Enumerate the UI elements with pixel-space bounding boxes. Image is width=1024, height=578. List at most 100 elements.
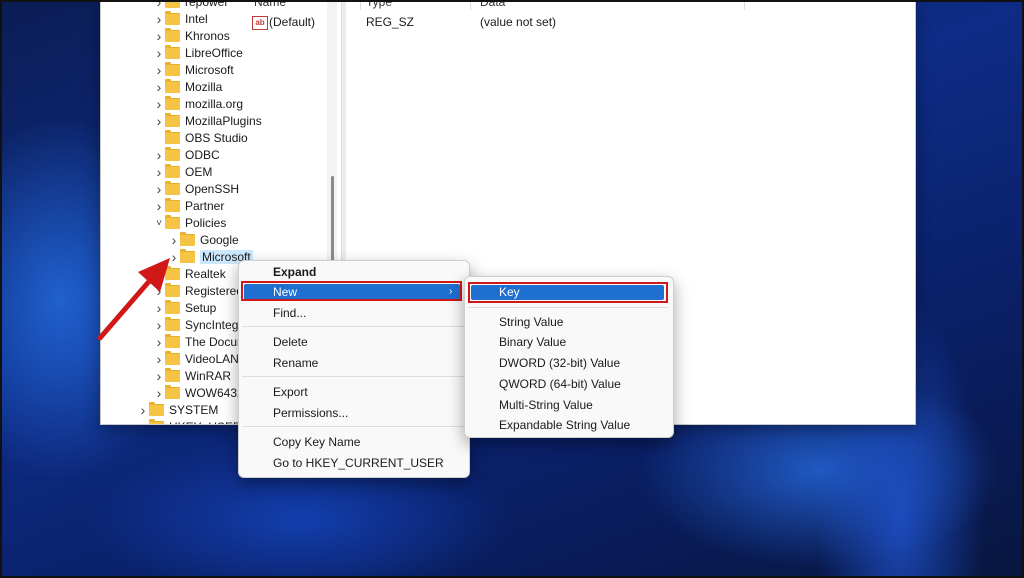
- tree-item-label: Setup: [185, 301, 217, 315]
- tree-item-label: OBS Studio: [185, 131, 248, 145]
- chevron-right-icon[interactable]: ›: [153, 96, 165, 112]
- value-type: REG_SZ: [366, 15, 415, 29]
- tree-item[interactable]: › Partner: [153, 198, 224, 214]
- chevron-right-icon[interactable]: ›: [153, 113, 165, 129]
- folder-icon: [165, 368, 180, 382]
- tree-item-label: mozilla.org: [185, 97, 244, 111]
- chevron-right-icon[interactable]: ›: [153, 368, 165, 384]
- chevron-right-icon[interactable]: ›: [153, 351, 165, 367]
- chevron-right-icon[interactable]: ›: [153, 198, 165, 214]
- tree-item[interactable]: › WinRAR: [153, 368, 231, 384]
- chevron-right-icon[interactable]: ›: [153, 11, 165, 27]
- chevron-right-icon[interactable]: ›: [153, 181, 165, 197]
- chevron-down-icon[interactable]: ˅: [153, 215, 165, 231]
- column-data-header[interactable]: Data: [480, 0, 505, 9]
- folder-icon: [165, 198, 180, 212]
- chevron-right-icon[interactable]: ›: [153, 79, 165, 95]
- tree-item-label: SYSTEM: [169, 403, 219, 417]
- red-arrow-annotation-icon: [97, 258, 170, 341]
- tree-item-label: Realtek: [185, 267, 226, 281]
- tree-item-label: MozillaPlugins: [185, 114, 262, 128]
- submenu-item-binary-value[interactable]: Binary Value: [499, 333, 566, 351]
- menu-item-export[interactable]: Export: [273, 382, 308, 402]
- column-separator[interactable]: [744, 0, 745, 10]
- tree-item[interactable]: › Microsoft: [153, 62, 234, 78]
- tree-item[interactable]: › mozilla.org: [153, 96, 243, 112]
- chevron-right-icon[interactable]: ›: [137, 419, 149, 424]
- folder-icon: [165, 351, 180, 365]
- folder-icon: [149, 419, 164, 424]
- tree-item[interactable]: › Mozilla: [153, 79, 222, 95]
- menu-item-goto-hkcu[interactable]: Go to HKEY_CURRENT_USER: [273, 453, 444, 473]
- tree-item[interactable]: › repower: [153, 1, 228, 10]
- tree-item[interactable]: › SYSTEM: [137, 402, 218, 418]
- tree-item-label: ODBC: [185, 148, 220, 162]
- values-header: Name Type Data: [248, 0, 814, 10]
- tree-item[interactable]: › VideoLAN: [153, 351, 239, 367]
- folder-icon: [149, 402, 164, 416]
- menu-divider: [242, 326, 464, 327]
- folder-icon: [165, 181, 180, 195]
- column-separator[interactable]: [360, 0, 361, 10]
- menu-divider: [242, 376, 464, 377]
- chevron-right-icon[interactable]: ›: [168, 232, 180, 248]
- table-row[interactable]: (Default) REG_SZ (value not set): [248, 15, 808, 33]
- tree-item[interactable]: › LibreOffice: [153, 45, 243, 61]
- folder-icon: [165, 62, 180, 76]
- tree-item[interactable]: › OpenSSH: [153, 181, 239, 197]
- menu-item-permissions[interactable]: Permissions...: [273, 403, 348, 423]
- chevron-right-icon[interactable]: ›: [153, 28, 165, 44]
- folder-icon: [180, 249, 195, 263]
- menu-item-expand[interactable]: Expand: [273, 262, 316, 282]
- annotation-highlight-box: [468, 282, 668, 303]
- submenu-item-string-value[interactable]: String Value: [499, 313, 563, 331]
- chevron-right-icon[interactable]: ›: [153, 45, 165, 61]
- submenu-item-qword-value[interactable]: QWORD (64-bit) Value: [499, 375, 621, 393]
- menu-item-delete[interactable]: Delete: [273, 332, 308, 352]
- annotation-highlight-box: [241, 281, 462, 301]
- tree-item-label: Partner: [185, 199, 225, 213]
- column-separator[interactable]: [470, 0, 471, 10]
- submenu-item-expandable-string-value[interactable]: Expandable String Value: [499, 416, 630, 434]
- tree-item-label: Khronos: [185, 29, 230, 43]
- tree-item-label: Intel: [185, 12, 208, 26]
- tree-item-label: Google: [200, 233, 239, 247]
- tree-item[interactable]: › Khronos: [153, 28, 230, 44]
- folder-icon: [165, 96, 180, 110]
- tree-item-label: Microsoft: [185, 63, 234, 77]
- tree-item-label: OpenSSH: [185, 182, 240, 196]
- tree-item-label: Mozilla: [185, 80, 223, 94]
- chevron-right-icon[interactable]: ›: [137, 402, 149, 418]
- submenu-item-dword-value[interactable]: DWORD (32-bit) Value: [499, 354, 620, 372]
- tree-item-label: repower: [185, 1, 229, 9]
- value-data: (value not set): [480, 15, 557, 29]
- tree-item[interactable]: › OEM: [153, 164, 212, 180]
- tree-item-label: OEM: [185, 165, 213, 179]
- tree-item[interactable]: › ODBC: [153, 147, 220, 163]
- column-name-header[interactable]: Name: [254, 0, 286, 9]
- tree-item[interactable]: ›HKEY_USERS: [137, 419, 250, 424]
- tree-item[interactable]: › MozillaPlugins: [153, 113, 262, 129]
- tree-item[interactable]: › Google: [168, 232, 239, 248]
- tree-item[interactable]: OBS Studio: [153, 130, 248, 146]
- folder-icon: [165, 215, 180, 229]
- chevron-right-icon[interactable]: ›: [153, 385, 165, 401]
- tree-item-label: Policies: [185, 216, 227, 230]
- menu-item-find[interactable]: Find...: [273, 303, 306, 323]
- menu-item-rename[interactable]: Rename: [273, 353, 318, 373]
- tree-item[interactable]: ˅ Policies: [153, 215, 226, 231]
- column-type-header[interactable]: Type: [366, 0, 392, 9]
- folder-icon: [165, 385, 180, 399]
- folder-icon: [165, 164, 180, 178]
- chevron-right-icon[interactable]: ›: [153, 62, 165, 78]
- chevron-right-icon[interactable]: ›: [153, 147, 165, 163]
- folder-icon: [165, 147, 180, 161]
- submenu-item-multi-string-value[interactable]: Multi-String Value: [499, 396, 593, 414]
- chevron-right-icon[interactable]: ›: [153, 1, 165, 10]
- folder-icon: [180, 232, 195, 246]
- tree-item[interactable]: › Intel: [153, 11, 208, 27]
- folder-icon: [165, 1, 180, 8]
- menu-item-copy-key-name[interactable]: Copy Key Name: [273, 432, 360, 452]
- chevron-right-icon[interactable]: ›: [153, 164, 165, 180]
